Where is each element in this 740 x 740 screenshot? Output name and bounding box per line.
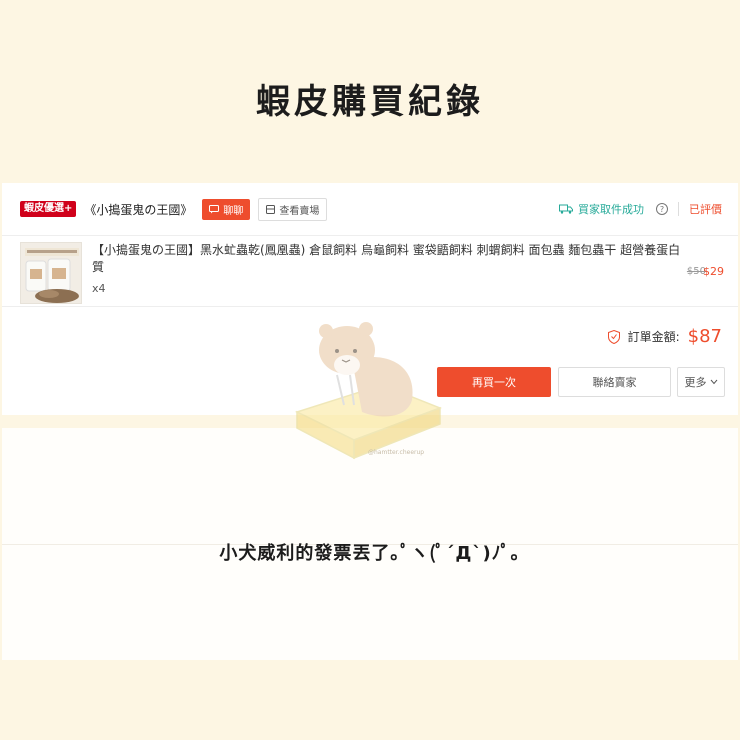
product-thumbnail[interactable] [20,242,82,304]
order-status: 買家取件成功 ? 已評價 [559,201,722,217]
note-text: 小犬威利的發票丟了｡ﾟヽ(ﾟ´Д`)ﾉﾟ｡ [219,543,521,564]
total-label: 訂單金額: [627,330,680,344]
hamster-mascot-image [294,322,442,460]
mall-badge: 蝦皮優選+ [20,201,77,217]
store-icon [266,204,276,214]
more-button-label: 更多 [684,376,707,389]
item-price: $29 [703,265,724,278]
chat-button-label: 聊聊 [223,205,244,217]
order-header: 蝦皮優選+ 《小搗蛋鬼の王國》 聊聊 查看賣場 買家取件成功 ? 已評價 [2,183,738,235]
shipping-status-label: 買家取件成功 [578,203,644,216]
rebuy-button[interactable]: 再買一次 [437,367,551,397]
total-value: $87 [687,326,722,347]
order-item[interactable]: 【小搗蛋鬼の王國】黑水虻蟲乾(鳳凰蟲) 倉鼠飼料 烏龜飼料 蜜袋鼯飼料 刺蝟飼料… [2,235,738,307]
product-title[interactable]: 【小搗蛋鬼の王國】黑水虻蟲乾(鳳凰蟲) 倉鼠飼料 烏龜飼料 蜜袋鼯飼料 刺蝟飼料… [92,242,682,276]
status-divider [678,202,679,216]
chat-button[interactable]: 聊聊 [202,198,251,220]
shield-icon [607,329,620,344]
chat-icon [209,204,220,213]
order-total: 訂單金額: $87 [607,326,722,347]
more-button[interactable]: 更多 [677,367,725,397]
shop-name[interactable]: 《小搗蛋鬼の王國》 [84,201,192,218]
truck-icon [559,204,573,214]
note-card: 小犬威利的發票丟了｡ﾟヽ(ﾟ´Д`)ﾉﾟ｡ [2,428,738,660]
view-shop-label: 查看賣場 [279,205,320,217]
chevron-down-icon [710,379,717,385]
watermark: @hamtter.cheerup [368,449,425,456]
page-title: 蝦皮購買紀錄 [256,82,484,122]
shipping-status: 買家取件成功 [559,201,644,217]
contact-seller-button[interactable]: 聯絡賣家 [558,367,671,397]
rating-status: 已評價 [689,203,722,216]
help-icon[interactable]: ? [656,203,668,215]
view-shop-button[interactable]: 查看賣場 [258,197,328,221]
product-quantity: x4 [92,282,106,295]
